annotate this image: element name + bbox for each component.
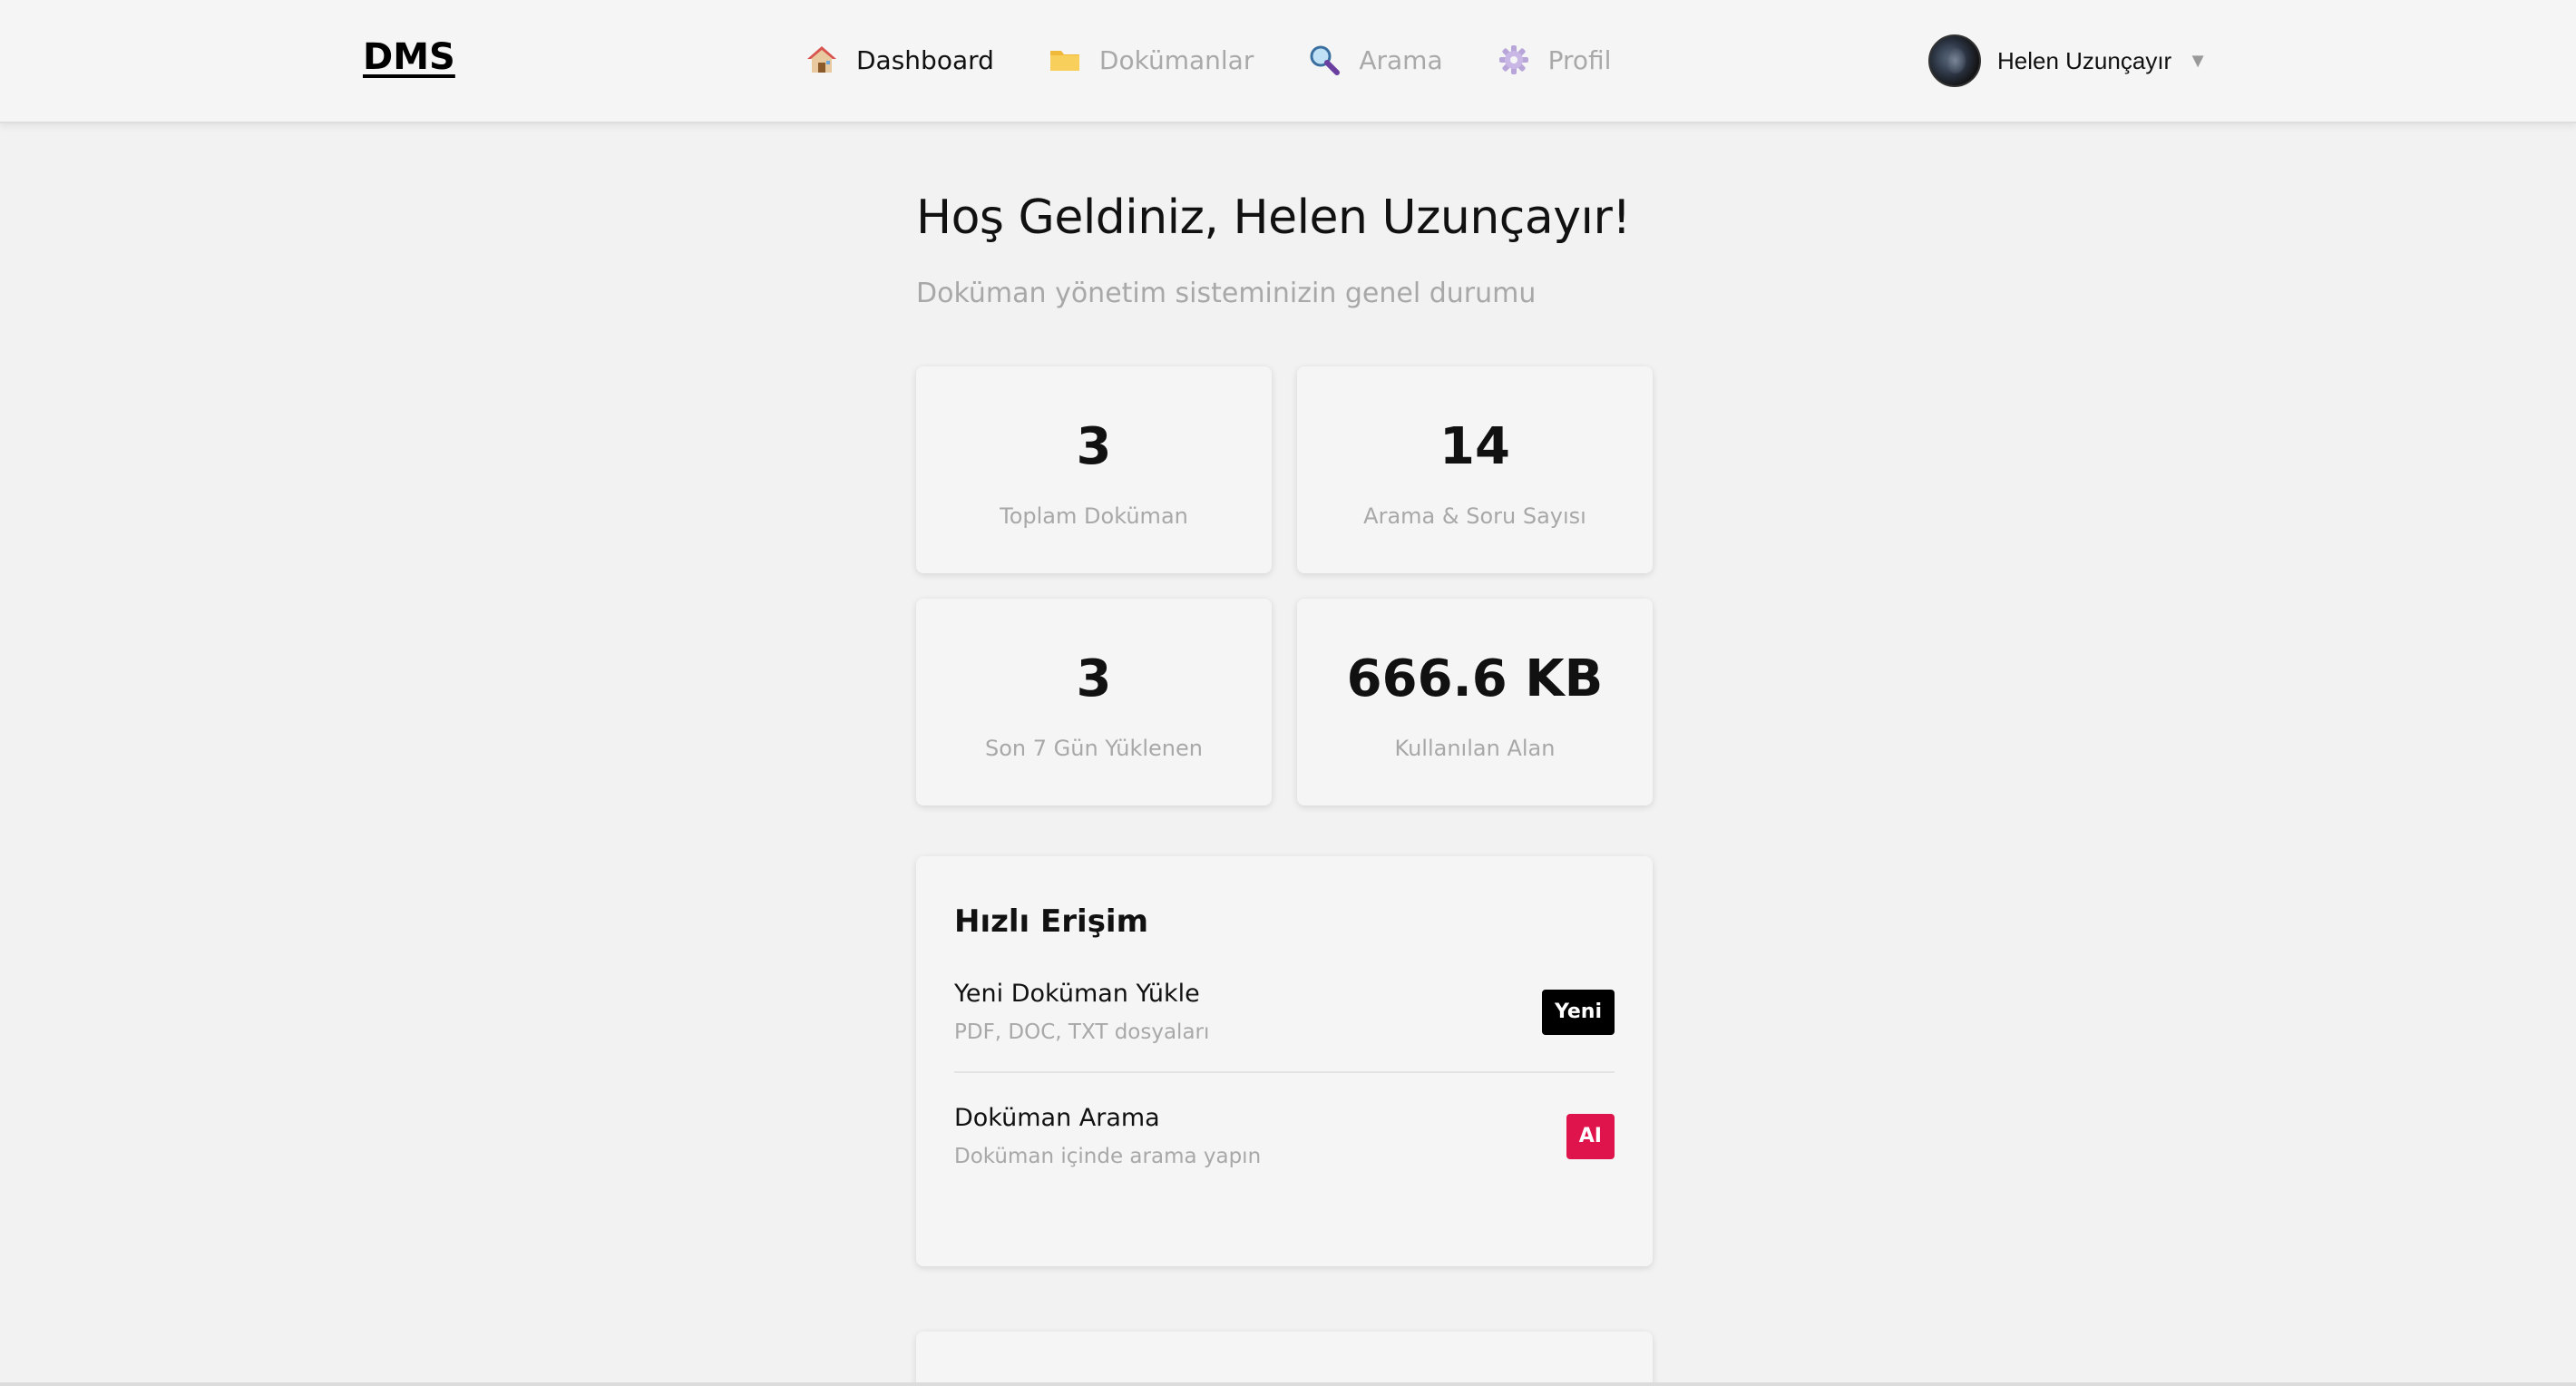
new-badge: Yeni (1541, 989, 1615, 1035)
magnifier-icon (1308, 44, 1341, 76)
nav-item-profile[interactable]: Profil (1498, 44, 1612, 76)
quick-item-description: PDF, DOC, TXT dosyaları (954, 1020, 1210, 1044)
welcome-section: Hoş Geldiniz, Helen Uzunçayır! Doküman y… (916, 190, 1653, 309)
ai-badge: AI (1566, 1113, 1615, 1159)
nav-item-dashboard[interactable]: Dashboard (805, 44, 994, 76)
stat-value: 3 (1076, 649, 1112, 708)
quick-item-text: Doküman Arama Doküman içinde arama yapın (954, 1104, 1261, 1168)
page-title: Hoş Geldiniz, Helen Uzunçayır! (916, 190, 1631, 245)
main-nav: Dashboard Dokümanlar Arama Profil (805, 44, 1665, 76)
stat-label: Toplam Doküman (1000, 503, 1188, 529)
nav-item-documents[interactable]: Dokümanlar (1049, 44, 1254, 76)
nav-label-documents: Dokümanlar (1098, 44, 1254, 75)
stat-label: Son 7 Gün Yüklenen (985, 736, 1203, 761)
quick-item-title: Doküman Arama (954, 1104, 1160, 1132)
page-subtitle: Doküman yönetim sisteminizin genel durum… (916, 278, 1537, 309)
quick-item-upload-document[interactable]: Yeni Doküman Yükle PDF, DOC, TXT dosyala… (954, 980, 1615, 1073)
nav-label-dashboard: Dashboard (856, 44, 994, 75)
stat-label: Arama & Soru Sayısı (1363, 503, 1586, 529)
top-navigation-bar: DMS Dashboard Dokümanlar Arama Profil He… (0, 0, 2576, 123)
stat-card-search-count: 14 Arama & Soru Sayısı (1297, 366, 1653, 573)
quick-item-text: Yeni Doküman Yükle PDF, DOC, TXT dosyala… (954, 980, 1209, 1044)
folder-icon (1049, 44, 1081, 76)
quick-item-document-search[interactable]: Doküman Arama Doküman içinde arama yapın… (954, 1104, 1615, 1168)
stat-value: 666.6 KB (1346, 649, 1604, 708)
avatar (1928, 34, 1981, 87)
nav-label-search: Arama (1359, 44, 1443, 75)
nav-label-profile: Profil (1547, 44, 1612, 75)
quick-item-description: Doküman içinde arama yapın (954, 1145, 1262, 1168)
gear-icon (1498, 44, 1530, 76)
stat-card-recent-uploads: 3 Son 7 Gün Yüklenen (916, 599, 1272, 805)
user-menu[interactable]: Helen Uzunçayır ▼ (1928, 34, 2208, 87)
chevron-down-icon: ▼ (2188, 49, 2208, 72)
next-card-partial (916, 1332, 1653, 1386)
stats-grid: 3 Toplam Doküman 14 Arama & Soru Sayısı … (916, 366, 1653, 805)
quick-access-title: Hızlı Erişim (954, 903, 1149, 940)
stat-card-used-storage: 666.6 KB Kullanılan Alan (1297, 599, 1653, 805)
page: DMS Dashboard Dokümanlar Arama Profil He… (0, 0, 2576, 1386)
divider (0, 1382, 2576, 1386)
user-name: Helen Uzunçayır (1997, 46, 2172, 74)
stat-value: 14 (1439, 417, 1510, 476)
stat-card-total-documents: 3 Toplam Doküman (916, 366, 1272, 573)
quick-access-card: Hızlı Erişim Yeni Doküman Yükle PDF, DOC… (916, 856, 1653, 1266)
quick-item-title: Yeni Doküman Yükle (954, 980, 1200, 1008)
nav-item-search[interactable]: Arama (1308, 44, 1443, 76)
stat-label: Kullanılan Alan (1394, 736, 1556, 761)
house-icon (805, 44, 838, 76)
stat-value: 3 (1076, 417, 1112, 476)
brand-logo-link[interactable]: DMS (363, 36, 455, 78)
